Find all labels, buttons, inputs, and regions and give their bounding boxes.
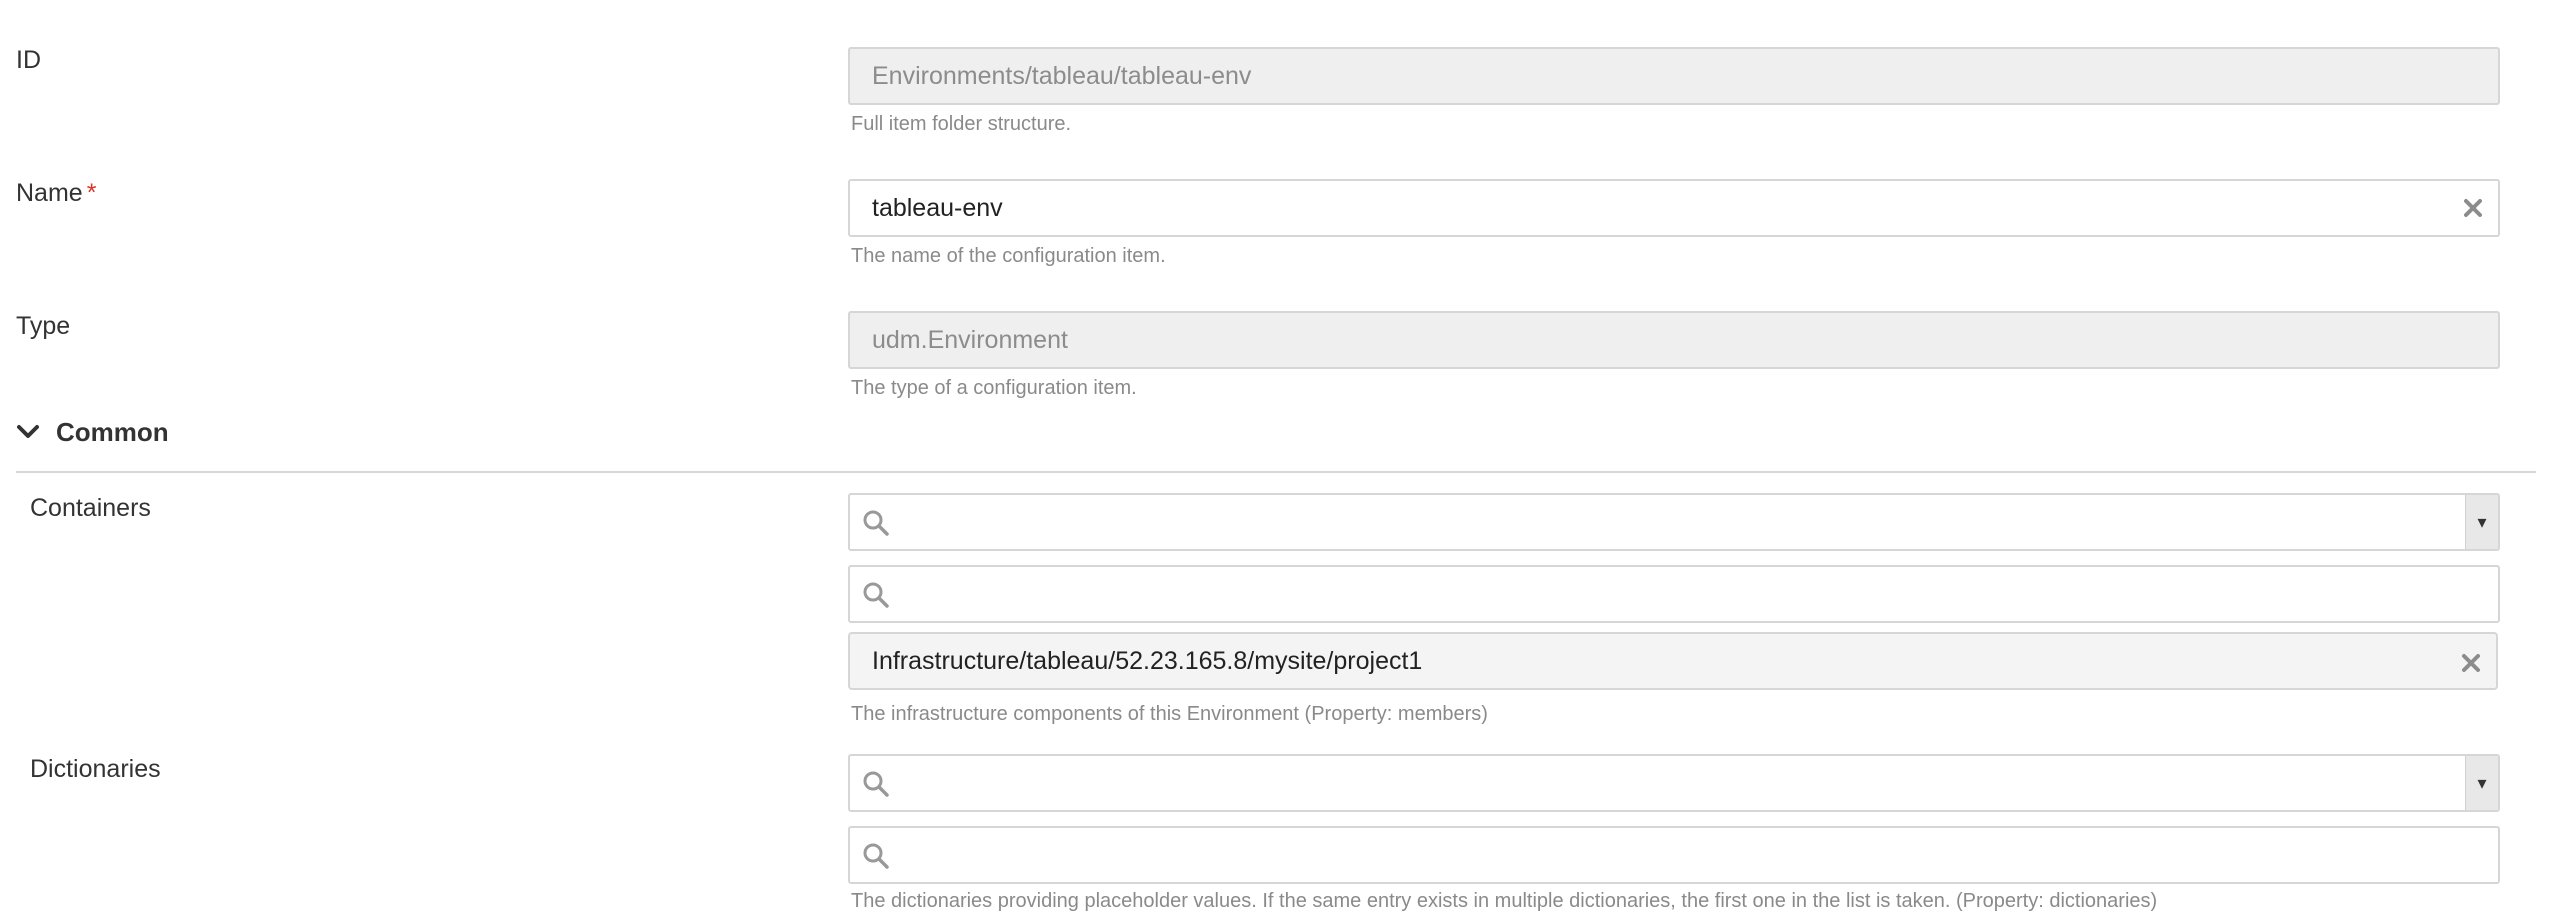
type-value: udm.Environment xyxy=(872,326,1068,354)
containers-filter-input[interactable] xyxy=(848,565,2500,623)
containers-help: The infrastructure components of this En… xyxy=(851,703,1488,725)
id-field: Environments/tableau/tableau-env xyxy=(848,47,2500,105)
containers-selector[interactable]: ▾ xyxy=(848,493,2500,551)
id-help: Full item folder structure. xyxy=(851,113,1072,135)
id-value: Environments/tableau/tableau-env xyxy=(872,62,1252,90)
containers-dropdown-toggle[interactable]: ▾ xyxy=(2465,495,2498,549)
dictionaries-label: Dictionaries xyxy=(30,755,161,783)
name-help: The name of the configuration item. xyxy=(851,245,1166,267)
type-field: udm.Environment xyxy=(848,311,2500,369)
dictionaries-filter-input[interactable] xyxy=(848,826,2500,884)
common-section-toggle[interactable]: Common xyxy=(16,414,169,450)
close-icon[interactable] xyxy=(2460,652,2482,674)
type-label: Type xyxy=(16,312,71,340)
search-icon xyxy=(863,510,889,536)
dictionaries-dropdown-toggle[interactable]: ▾ xyxy=(2465,756,2498,810)
id-label: ID xyxy=(16,46,41,74)
chevron-down-icon[interactable]: ▾ xyxy=(2466,756,2498,810)
dictionaries-help: The dictionaries providing placeholder v… xyxy=(851,890,2158,912)
name-input[interactable]: tableau-env xyxy=(848,179,2500,237)
search-icon xyxy=(863,771,889,797)
section-divider xyxy=(16,471,2536,473)
containers-item-label: Infrastructure/tableau/52.23.165.8/mysit… xyxy=(872,647,1423,675)
type-help: The type of a configuration item. xyxy=(851,377,1137,399)
name-value[interactable]: tableau-env xyxy=(872,181,1003,235)
required-marker: * xyxy=(86,179,97,207)
dictionaries-selector[interactable]: ▾ xyxy=(848,754,2500,812)
name-label-text: Name xyxy=(16,179,83,207)
common-section-title[interactable]: Common xyxy=(56,417,169,448)
search-icon xyxy=(863,582,889,608)
chevron-down-icon[interactable]: ▾ xyxy=(2466,495,2498,549)
containers-label: Containers xyxy=(30,494,151,522)
containers-selected-item[interactable]: Infrastructure/tableau/52.23.165.8/mysit… xyxy=(848,632,2498,690)
search-icon xyxy=(863,843,889,869)
close-icon[interactable] xyxy=(2462,197,2484,219)
chevron-down-icon[interactable] xyxy=(16,423,40,441)
name-label: Name * xyxy=(16,179,96,208)
